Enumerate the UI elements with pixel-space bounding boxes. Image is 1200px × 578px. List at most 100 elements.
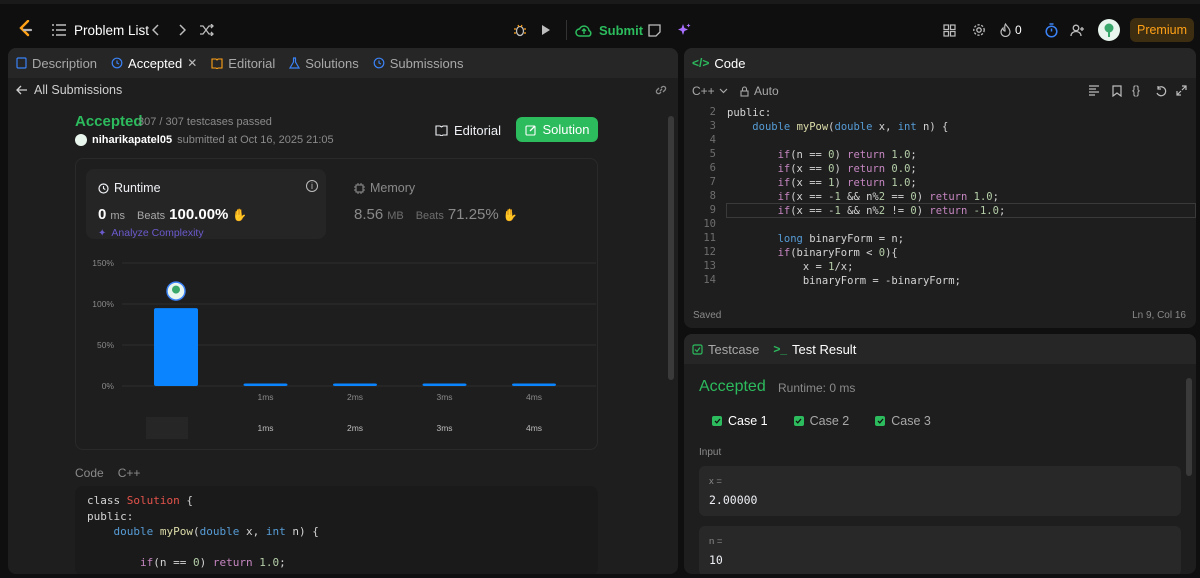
run-button[interactable] bbox=[536, 20, 556, 40]
prev-problem-button[interactable] bbox=[148, 20, 164, 40]
code-token: ; bbox=[910, 149, 917, 161]
tab-test-result[interactable]: >_ Test Result bbox=[773, 342, 856, 357]
memory-card[interactable]: Memory 8.56 MB Beats 71.25% ✋ bbox=[344, 169, 584, 239]
code-token: return bbox=[847, 163, 892, 175]
streak-counter[interactable]: 0 bbox=[1000, 20, 1022, 40]
next-problem-button[interactable] bbox=[174, 20, 190, 40]
left-scrollbar[interactable] bbox=[668, 116, 674, 380]
submit-button[interactable]: Submit bbox=[566, 20, 643, 40]
user-avatar[interactable] bbox=[75, 134, 87, 146]
arrow-left-icon bbox=[16, 85, 28, 95]
add-friend-button[interactable] bbox=[1068, 20, 1086, 40]
tab-description[interactable]: Description bbox=[16, 56, 97, 71]
x-axis-label: 3ms bbox=[436, 423, 452, 433]
tab-editorial[interactable]: Editorial bbox=[211, 56, 275, 71]
tab-solutions-label: Solutions bbox=[305, 55, 359, 71]
case-1-tab[interactable]: Case 1 bbox=[712, 414, 768, 428]
reset-icon[interactable] bbox=[1155, 85, 1167, 97]
info-icon[interactable]: i bbox=[306, 180, 318, 192]
tab-testcase[interactable]: Testcase bbox=[692, 342, 759, 357]
analyze-complexity-link[interactable]: ✦ Analyze Complexity bbox=[98, 227, 204, 239]
submitted-code-token: return bbox=[212, 556, 260, 569]
tab-solutions[interactable]: Solutions bbox=[289, 55, 359, 71]
gear-icon bbox=[972, 23, 986, 37]
tab-code[interactable]: </> Code bbox=[692, 56, 745, 71]
line-number: 4 bbox=[709, 134, 716, 146]
copy-link-icon[interactable] bbox=[654, 83, 668, 97]
code-token: ) bbox=[916, 191, 930, 203]
case-3-label: Case 3 bbox=[891, 414, 931, 428]
code-token: 1.0 bbox=[973, 191, 993, 203]
browser-edge bbox=[0, 0, 1200, 4]
tab-test-result-label: Test Result bbox=[792, 341, 857, 357]
code-token: 1.0 bbox=[891, 177, 911, 189]
code-token: (x == bbox=[790, 177, 829, 189]
history-icon-2 bbox=[373, 57, 385, 69]
code-token: /x; bbox=[834, 261, 854, 273]
leetcode-logo-icon[interactable] bbox=[16, 18, 36, 40]
all-submissions-link[interactable]: All Submissions bbox=[16, 82, 122, 98]
code-editor[interactable]: 2 public: 3 double myPow(double x, int n) … bbox=[684, 104, 1196, 296]
username[interactable]: niharikapatel05 bbox=[92, 134, 172, 146]
play-icon bbox=[541, 24, 551, 36]
case-2-tab[interactable]: Case 2 bbox=[793, 414, 849, 428]
result-scrollbar[interactable] bbox=[1186, 378, 1192, 476]
chip-icon bbox=[354, 182, 365, 194]
auto-mode-toggle[interactable]: Auto bbox=[740, 84, 779, 98]
x-axis-label: 4ms bbox=[526, 423, 542, 433]
code-token: ) bbox=[834, 149, 848, 161]
code-token: if bbox=[777, 191, 791, 203]
problem-list-label: Problem List bbox=[74, 22, 150, 38]
bookmark-icon[interactable] bbox=[1112, 85, 1122, 97]
problem-list-button[interactable]: Problem List bbox=[52, 20, 149, 40]
chart-bar bbox=[154, 308, 198, 386]
submission-panel: Description Accepted ✕ Editorial Solutio… bbox=[8, 48, 678, 574]
submitted-code-token bbox=[87, 525, 114, 538]
submitted-code-line: public: bbox=[87, 510, 133, 524]
x-tick-label: 1ms bbox=[257, 392, 273, 402]
result-runtime: Runtime: 0 ms bbox=[778, 381, 856, 395]
range-selector bbox=[146, 417, 188, 439]
close-tab-icon[interactable]: ✕ bbox=[187, 56, 197, 70]
premium-button[interactable]: Premium bbox=[1130, 18, 1194, 42]
solution-button-label: Solution bbox=[542, 122, 590, 137]
memory-header: Memory bbox=[354, 181, 415, 195]
cursor-position: Ln 9, Col 16 bbox=[1132, 310, 1186, 321]
format-icon[interactable] bbox=[1088, 85, 1100, 96]
debug-button[interactable] bbox=[510, 20, 530, 40]
memory-values: 8.56 MB Beats 71.25% ✋ bbox=[354, 206, 518, 223]
code-tab-bar: </> Code bbox=[684, 48, 1196, 78]
case-3-tab[interactable]: Case 3 bbox=[875, 414, 931, 428]
editorial-button[interactable]: Editorial bbox=[428, 118, 508, 142]
code-line: public: bbox=[727, 106, 771, 120]
avatar[interactable] bbox=[1098, 19, 1120, 41]
shuffle-icon bbox=[200, 24, 214, 36]
input-n-box: n = 10 bbox=[699, 526, 1181, 574]
layout-button[interactable] bbox=[940, 20, 958, 40]
notes-button[interactable] bbox=[644, 20, 664, 40]
solution-button[interactable]: Solution bbox=[516, 117, 598, 142]
runtime-label: Runtime bbox=[114, 181, 161, 195]
timer-button[interactable] bbox=[1042, 20, 1060, 40]
expand-icon[interactable] bbox=[1176, 85, 1187, 96]
clap-icon: ✋ bbox=[232, 208, 248, 222]
submitted-code-token: public: bbox=[87, 509, 134, 523]
tab-accepted[interactable]: Accepted ✕ bbox=[111, 56, 197, 71]
code-token: binaryForm = n; bbox=[809, 233, 905, 245]
editorial-button-label: Editorial bbox=[454, 122, 501, 138]
submitted-code-line: class Solution { bbox=[87, 494, 193, 508]
ai-assistant-button[interactable] bbox=[674, 20, 694, 40]
check-icon bbox=[793, 416, 804, 426]
code-line: binaryForm = -binaryForm; bbox=[727, 274, 961, 288]
code-line: if(x == 1) return 1.0; bbox=[727, 176, 917, 190]
tab-submissions[interactable]: Submissions bbox=[373, 56, 463, 71]
language-select[interactable]: C++ bbox=[692, 84, 728, 98]
chevron-left-icon bbox=[152, 24, 160, 36]
braces-icon[interactable]: {} bbox=[1132, 83, 1140, 97]
random-problem-button[interactable] bbox=[198, 20, 216, 40]
code-token: ) bbox=[834, 177, 848, 189]
settings-button[interactable] bbox=[970, 20, 988, 40]
